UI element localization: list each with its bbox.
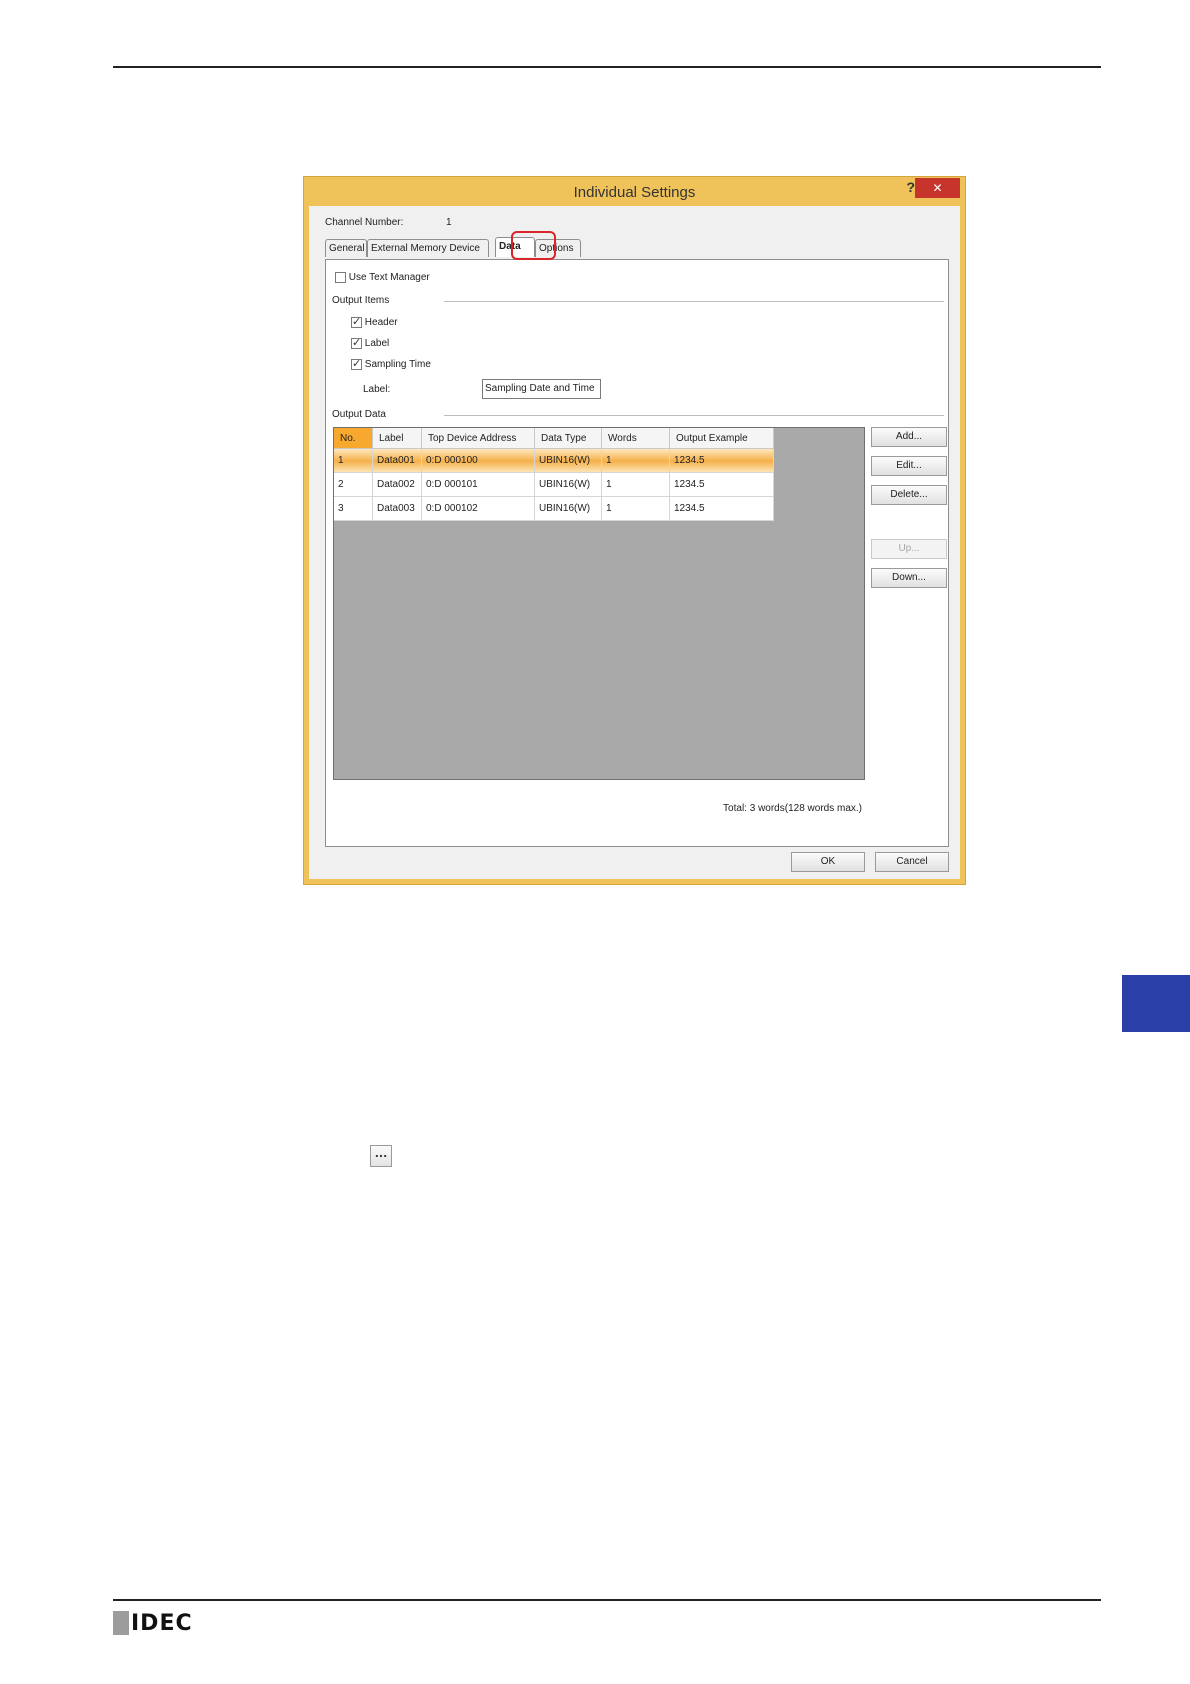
cell-top-device-address: 0:D 000101 xyxy=(421,472,535,497)
help-button[interactable]: ? xyxy=(906,179,915,195)
cell-data-type: UBIN16(W) xyxy=(534,496,602,521)
cancel-button[interactable]: Cancel xyxy=(875,852,949,872)
title-bar: Individual Settings ? ✕ xyxy=(304,177,965,207)
label-label: Label xyxy=(364,338,390,350)
cell-words: 1 xyxy=(601,448,670,473)
sampling-time-row: Sampling Time xyxy=(351,357,431,371)
up-button[interactable]: Up... xyxy=(871,539,947,559)
edit-button[interactable]: Edit... xyxy=(871,456,947,476)
table-row[interactable]: 3 Data003 0:D 000102 UBIN16(W) 1 1234.5 xyxy=(334,496,774,521)
cell-output-example: 1234.5 xyxy=(669,472,774,497)
output-data-divider xyxy=(444,415,944,416)
chapter-side-tab xyxy=(1122,975,1190,1032)
channel-number-value: 1 xyxy=(446,217,452,228)
column-header-label[interactable]: Label xyxy=(372,428,422,449)
cell-data-type: UBIN16(W) xyxy=(534,472,602,497)
header-row: Header xyxy=(351,315,398,329)
header-checkbox[interactable] xyxy=(351,315,362,328)
cell-words: 1 xyxy=(601,496,670,521)
cell-label: Data002 xyxy=(372,472,422,497)
cell-data-type: UBIN16(W) xyxy=(534,448,602,473)
logo-mark xyxy=(113,1611,129,1635)
logo-text: IDEC xyxy=(131,1610,193,1636)
use-text-manager-checkbox[interactable] xyxy=(335,272,346,283)
tab-external-memory-device[interactable]: External Memory Device xyxy=(367,239,489,257)
cell-output-example: 1234.5 xyxy=(669,448,774,473)
use-text-manager-label: Use Text Manager xyxy=(348,272,430,284)
table-row[interactable]: 2 Data002 0:D 000101 UBIN16(W) 1 1234.5 xyxy=(334,472,774,497)
idec-logo: IDEC xyxy=(113,1610,193,1636)
footer-rule xyxy=(113,1599,1101,1601)
ellipsis-button[interactable]: ... xyxy=(370,1145,392,1167)
cell-no: 2 xyxy=(334,472,373,497)
output-items-group-label: Output Items xyxy=(332,295,390,306)
header-rule xyxy=(113,66,1101,68)
ok-button[interactable]: OK xyxy=(791,852,865,872)
dialog-client-area: Channel Number: 1 General External Memor… xyxy=(309,206,960,879)
cell-no: 1 xyxy=(334,448,373,473)
output-data-table: No. Label Top Device Address Data Type W… xyxy=(334,428,774,521)
use-text-manager-row: Use Text Manager xyxy=(335,272,430,283)
output-data-group-label: Output Data xyxy=(332,409,386,420)
label-row: Label xyxy=(351,336,390,350)
time-label-caption: Label: xyxy=(363,384,391,395)
table-row[interactable]: 1 Data001 0:D 000100 UBIN16(W) 1 1234.5 xyxy=(334,448,774,473)
delete-button[interactable]: Delete... xyxy=(871,485,947,505)
down-button[interactable]: Down... xyxy=(871,568,947,588)
column-header-output-example[interactable]: Output Example xyxy=(669,428,774,449)
cell-top-device-address: 0:D 000100 xyxy=(421,448,535,473)
channel-number-label: Channel Number: xyxy=(325,217,404,228)
dialog-title: Individual Settings xyxy=(573,184,696,201)
tab-general[interactable]: General xyxy=(325,239,367,257)
time-label-input[interactable]: Sampling Date and Time xyxy=(482,379,601,399)
output-items-divider xyxy=(444,301,944,302)
cell-label: Data001 xyxy=(372,448,422,473)
column-header-data-type[interactable]: Data Type xyxy=(534,428,602,449)
cell-label: Data003 xyxy=(372,496,422,521)
label-checkbox[interactable] xyxy=(351,336,362,349)
sampling-time-checkbox[interactable] xyxy=(351,357,362,370)
table-header-row: No. Label Top Device Address Data Type W… xyxy=(334,428,774,449)
output-data-grid[interactable]: No. Label Top Device Address Data Type W… xyxy=(333,427,865,780)
cell-no: 3 xyxy=(334,496,373,521)
data-tab-panel: Use Text Manager Output Items Header Lab… xyxy=(325,259,949,847)
header-label: Header xyxy=(364,317,398,329)
add-button[interactable]: Add... xyxy=(871,427,947,447)
column-header-no[interactable]: No. xyxy=(334,428,373,449)
cell-top-device-address: 0:D 000102 xyxy=(421,496,535,521)
cell-words: 1 xyxy=(601,472,670,497)
tab-highlight-ring xyxy=(511,231,556,260)
column-header-words[interactable]: Words xyxy=(601,428,670,449)
column-header-top-device-address[interactable]: Top Device Address xyxy=(421,428,535,449)
close-icon: ✕ xyxy=(932,181,943,195)
close-button[interactable]: ✕ xyxy=(915,178,960,198)
total-words: Total: 3 words(128 words max.) xyxy=(723,803,862,814)
individual-settings-dialog: Individual Settings ? ✕ Channel Number: … xyxy=(303,176,966,885)
cell-output-example: 1234.5 xyxy=(669,496,774,521)
sampling-time-label: Sampling Time xyxy=(364,359,431,371)
